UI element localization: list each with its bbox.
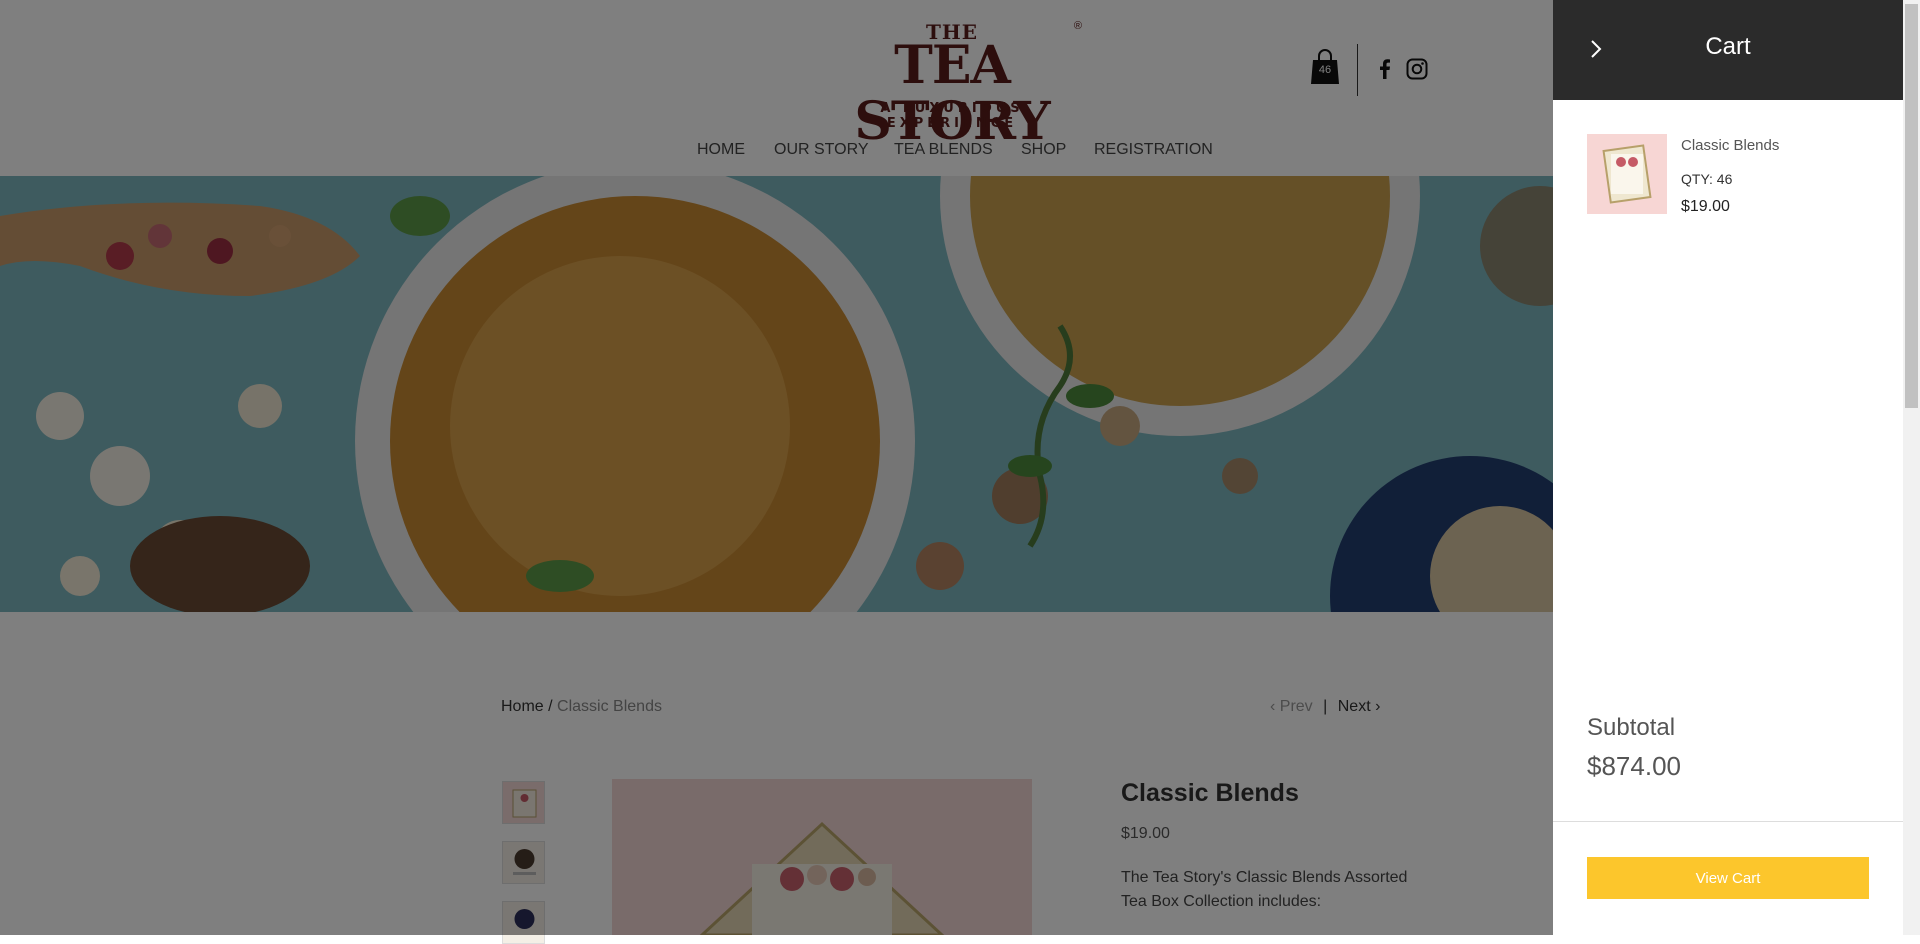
- cart-item-image[interactable]: [1587, 134, 1667, 214]
- scrollbar-thumb[interactable]: [1905, 4, 1918, 408]
- cart-divider: [1553, 821, 1903, 822]
- page-scrollbar[interactable]: [1903, 0, 1920, 935]
- cart-item-price: $19.00: [1681, 198, 1730, 215]
- cart-header: Cart: [1553, 0, 1903, 100]
- cart-item-qty: QTY: 46: [1681, 171, 1733, 187]
- cart-title: Cart: [1705, 33, 1751, 60]
- view-cart-button[interactable]: View Cart: [1587, 857, 1869, 899]
- cart-panel: Cart Classic Blends QTY: 46 $19.00 Subto…: [1553, 0, 1903, 935]
- cart-item-name[interactable]: Classic Blends: [1681, 137, 1779, 154]
- tea-box-thumbnail-image: [1587, 134, 1667, 214]
- modal-overlay[interactable]: [0, 0, 1553, 935]
- subtotal-value: $874.00: [1587, 751, 1681, 781]
- subtotal-label: Subtotal: [1587, 714, 1676, 741]
